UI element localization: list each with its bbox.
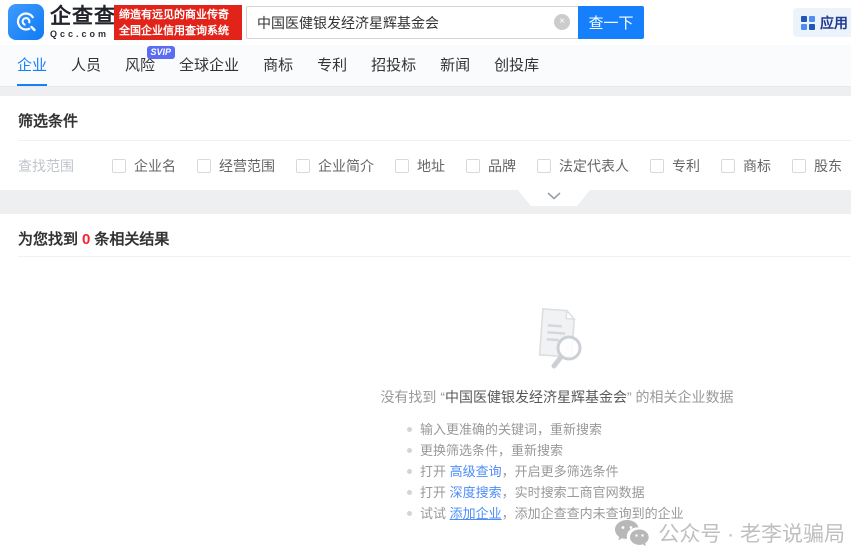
checkbox-business-scope[interactable]: 经营范围 xyxy=(197,156,275,176)
checkbox-icon xyxy=(650,159,664,173)
checkbox-company-profile[interactable]: 企业简介 xyxy=(296,156,374,176)
checkbox-icon xyxy=(792,159,806,173)
checkbox-trademark[interactable]: 商标 xyxy=(721,156,771,176)
checkbox-legal-representative[interactable]: 法定代表人 xyxy=(537,156,629,176)
filter-title: 筛选条件 xyxy=(18,110,78,131)
brand-text: 企查查 Qcc.com xyxy=(50,6,116,39)
tab-enterprise[interactable]: 企业 xyxy=(17,45,47,86)
brand-domain: Qcc.com xyxy=(50,30,116,39)
search-bar: × 查一下 xyxy=(246,6,644,39)
slogan-line1: 缔造有远见的商业传奇 xyxy=(119,7,237,23)
qcc-logo[interactable]: 企查查 Qcc.com xyxy=(8,4,116,40)
checkbox-icon xyxy=(466,159,480,173)
tab-risk[interactable]: 风险 SVIP xyxy=(125,45,155,86)
search-scope-row: 查找范围 企业名 经营范围 企业简介 地址 品牌 法定代表人 专利 xyxy=(18,154,851,178)
results-count-number: 0 xyxy=(78,231,94,248)
checkbox-address[interactable]: 地址 xyxy=(395,156,445,176)
suggestion-item: 打开 高级查询，开启更多筛选条件 xyxy=(407,461,707,482)
checkbox-icon xyxy=(197,159,211,173)
empty-state: 没有找到 “中国医健银发经济星辉基金会” 的相关企业数据 输入更准确的关键词，重… xyxy=(377,302,737,524)
checkbox-icon xyxy=(296,159,310,173)
divider xyxy=(18,256,851,257)
suggestion-item: 输入更准确的关键词，重新搜索 xyxy=(407,419,707,440)
add-company-link[interactable]: 添加企业 xyxy=(450,506,502,521)
checkbox-icon xyxy=(721,159,735,173)
search-button[interactable]: 查一下 xyxy=(578,6,644,39)
filter-panel: 筛选条件 查找范围 企业名 经营范围 企业简介 地址 品牌 法定代表人 xyxy=(0,96,851,190)
watermark-text: 公众号 · 老李说骗局 xyxy=(658,518,845,548)
apps-grid-icon xyxy=(801,16,815,30)
tab-vc-library[interactable]: 创投库 xyxy=(494,45,539,86)
slogan-line2: 全国企业信用查询系统 xyxy=(119,23,237,39)
apps-label: 应用 xyxy=(820,13,848,33)
suggestion-item: 打开 深度搜索，实时搜索工商官网数据 xyxy=(407,482,707,503)
slogan-banner: 缔造有远见的商业传奇 全国企业信用查询系统 xyxy=(114,5,242,40)
qcc-logo-icon xyxy=(8,4,44,40)
checkbox-icon xyxy=(112,159,126,173)
checkbox-icon xyxy=(395,159,409,173)
chevron-down-icon xyxy=(547,192,561,200)
checkbox-company-name[interactable]: 企业名 xyxy=(112,156,176,176)
clear-search-icon[interactable]: × xyxy=(554,14,570,30)
no-results-illustration xyxy=(521,302,593,381)
tab-global-enterprise[interactable]: 全球企业 xyxy=(179,45,239,86)
main-nav: 企业 人员 风险 SVIP 全球企业 商标 专利 招投标 新闻 创投库 xyxy=(0,45,851,87)
expand-filters-button[interactable] xyxy=(518,190,590,206)
checkbox-patent[interactable]: 专利 xyxy=(650,156,700,176)
tab-bidding[interactable]: 招投标 xyxy=(371,45,416,86)
divider xyxy=(18,140,851,141)
wechat-icon xyxy=(614,518,650,548)
results-panel: 为您找到0条相关结果 没有找到 “中国医健银发经济星辉基金会” 的相关企业数据 xyxy=(0,214,851,560)
svip-badge: SVIP xyxy=(147,46,176,59)
results-count: 为您找到0条相关结果 xyxy=(18,228,169,249)
scope-label: 查找范围 xyxy=(18,156,74,176)
tab-personnel[interactable]: 人员 xyxy=(71,45,101,86)
checkbox-brand[interactable]: 品牌 xyxy=(466,156,516,176)
header: 企查查 Qcc.com 缔造有远见的商业传奇 全国企业信用查询系统 × 查一下 … xyxy=(0,0,851,45)
search-input[interactable] xyxy=(246,6,578,39)
deep-search-link[interactable]: 深度搜索 xyxy=(450,485,502,500)
watermark: 公众号 · 老李说骗局 xyxy=(614,518,845,548)
no-results-message: 没有找到 “中国医健银发经济星辉基金会” 的相关企业数据 xyxy=(377,387,737,407)
tab-trademark[interactable]: 商标 xyxy=(263,45,293,86)
checkbox-icon xyxy=(537,159,551,173)
checkbox-shareholder[interactable]: 股东 xyxy=(792,156,842,176)
search-keyword: 中国医健银发经济星辉基金会 xyxy=(445,389,627,405)
tab-patent[interactable]: 专利 xyxy=(317,45,347,86)
apps-button[interactable]: 应用 ▼ xyxy=(793,8,851,37)
suggestion-item: 更换筛选条件，重新搜索 xyxy=(407,440,707,461)
suggestions-list: 输入更准确的关键词，重新搜索 更换筛选条件，重新搜索 打开 高级查询，开启更多筛… xyxy=(407,419,707,524)
advanced-search-link[interactable]: 高级查询 xyxy=(450,464,502,479)
tab-news[interactable]: 新闻 xyxy=(440,45,470,86)
brand-name: 企查查 xyxy=(50,6,116,27)
